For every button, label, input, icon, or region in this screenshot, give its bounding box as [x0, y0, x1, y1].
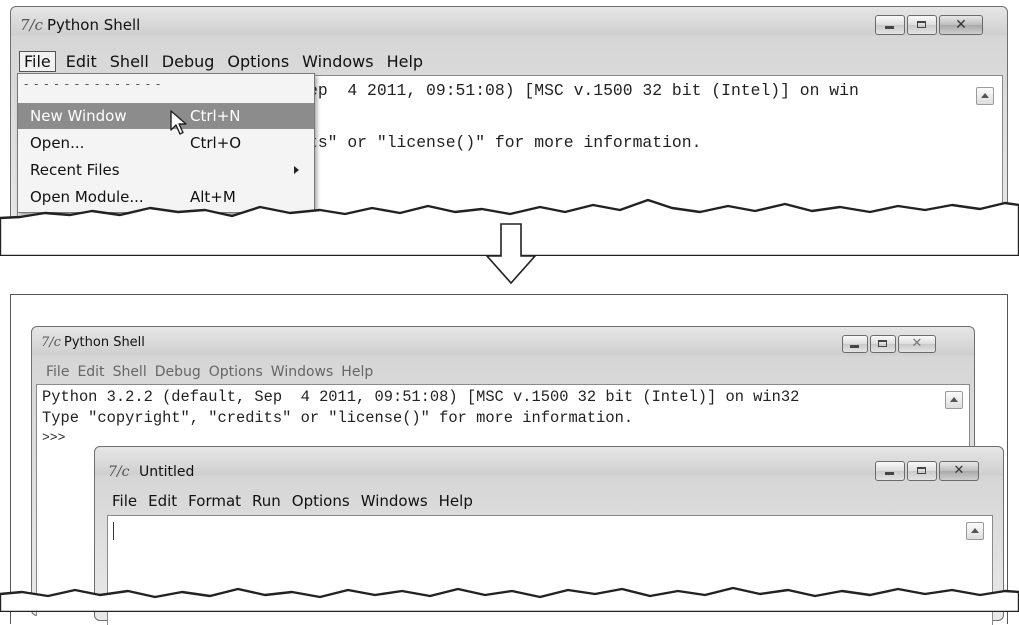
menu-item-recent-files[interactable]: Recent Files: [18, 157, 314, 183]
shell-output-line: Type "copyright", "credits" or "license(…: [42, 409, 634, 427]
maximize-icon: [878, 340, 887, 347]
window-title: Python Shell: [64, 335, 145, 350]
close-button[interactable]: ✕: [939, 15, 983, 35]
menu-help[interactable]: Help: [439, 492, 473, 510]
menu-shell[interactable]: Shell: [110, 52, 149, 71]
menu-file[interactable]: File: [46, 364, 69, 380]
minimize-button[interactable]: [842, 335, 868, 353]
menu-item-shortcut: Ctrl+O: [190, 134, 242, 152]
menu-bar: File Edit Shell Debug Options Windows He…: [46, 362, 373, 382]
tk-feather-icon: 7/c: [41, 335, 61, 350]
menu-help[interactable]: Help: [341, 364, 373, 380]
menu-windows[interactable]: Windows: [302, 52, 373, 71]
menu-options[interactable]: Options: [292, 492, 350, 510]
torn-edge: [0, 586, 1019, 612]
close-button[interactable]: ✕: [939, 461, 979, 481]
shell-output-line: ep 4 2011, 09:51:08) [MSC v.1500 32 bit …: [308, 81, 859, 100]
minimize-icon: [885, 26, 894, 29]
minimize-button[interactable]: [875, 15, 905, 35]
menu-bar: File Edit Format Run Options Windows Hel…: [112, 490, 473, 512]
menu-run[interactable]: Run: [252, 492, 281, 510]
shell-prompt: >>>: [42, 430, 66, 445]
maximize-icon: [917, 21, 926, 28]
minimize-icon: [885, 472, 894, 475]
down-arrow-icon: [485, 223, 537, 285]
tear-off-separator[interactable]: - - - - - - - - - - - - - -: [24, 77, 161, 91]
menu-help[interactable]: Help: [387, 52, 423, 71]
menu-shell[interactable]: Shell: [113, 364, 147, 380]
menu-item-open[interactable]: Open... Ctrl+O: [18, 130, 314, 156]
menu-windows[interactable]: Windows: [361, 492, 428, 510]
scroll-up-button[interactable]: [945, 391, 963, 409]
menu-item-label: Open...: [30, 134, 85, 152]
menu-windows[interactable]: Windows: [271, 364, 334, 380]
close-icon: ✕: [953, 463, 965, 478]
maximize-button[interactable]: [870, 335, 896, 353]
menu-debug[interactable]: Debug: [162, 52, 215, 71]
shell-output-line: ts" or "license()" for more information.: [308, 133, 702, 152]
menu-file[interactable]: File: [19, 50, 56, 72]
menu-options[interactable]: Options: [209, 364, 263, 380]
tk-feather-icon: 7/c: [20, 16, 43, 34]
window-title: Python Shell: [47, 16, 141, 34]
tk-feather-icon: 7/c: [108, 464, 130, 480]
mouse-pointer-icon: [170, 110, 187, 135]
menu-item-label: Recent Files: [30, 161, 120, 179]
close-icon: ✕: [955, 17, 967, 33]
menu-format[interactable]: Format: [188, 492, 241, 510]
menu-edit[interactable]: Edit: [77, 364, 104, 380]
menu-item-label: New Window: [30, 107, 127, 125]
submenu-arrow-icon: [294, 166, 299, 174]
menu-debug[interactable]: Debug: [155, 364, 201, 380]
menu-item-new-window[interactable]: New Window Ctrl+N: [18, 103, 314, 129]
maximize-button[interactable]: [907, 15, 937, 35]
menu-bar: File Edit Shell Debug Options Windows He…: [15, 49, 423, 73]
scroll-up-button[interactable]: [976, 87, 994, 105]
maximize-button[interactable]: [907, 461, 937, 481]
close-icon: ✕: [911, 336, 923, 351]
maximize-icon: [917, 467, 926, 474]
window-title: Untitled: [139, 464, 195, 480]
minimize-button[interactable]: [875, 461, 905, 481]
menu-options[interactable]: Options: [227, 52, 289, 71]
menu-item-shortcut: Ctrl+N: [190, 107, 241, 125]
minimize-icon: [850, 345, 859, 348]
close-button[interactable]: ✕: [898, 335, 936, 353]
text-cursor: [113, 522, 114, 540]
menu-edit[interactable]: Edit: [66, 52, 97, 71]
menu-file[interactable]: File: [112, 492, 137, 510]
shell-output-line: Python 3.2.2 (default, Sep 4 2011, 09:51…: [42, 388, 800, 406]
menu-edit[interactable]: Edit: [148, 492, 177, 510]
scroll-up-button[interactable]: [966, 522, 984, 540]
